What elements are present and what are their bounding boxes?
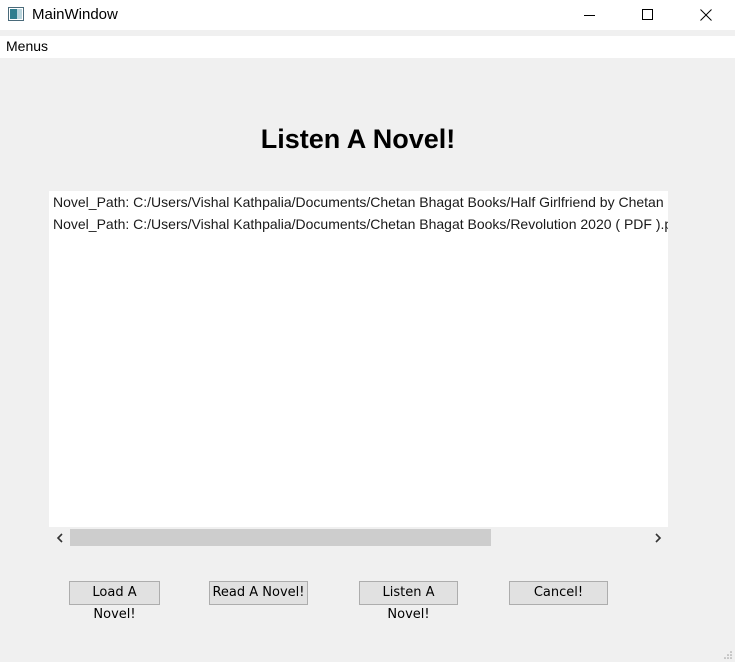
- menu-menus[interactable]: Menus: [6, 38, 48, 54]
- maximize-button[interactable]: [619, 0, 677, 30]
- maximize-icon: [642, 9, 653, 20]
- title-bar: MainWindow: [0, 0, 735, 30]
- list-item[interactable]: Novel_Path: C:/Users/Vishal Kathpalia/Do…: [53, 194, 668, 210]
- novel-list[interactable]: Novel_Path: C:/Users/Vishal Kathpalia/Do…: [49, 191, 668, 548]
- menu-bar: Menus: [0, 36, 735, 58]
- close-icon: [700, 9, 712, 21]
- minimize-button[interactable]: [561, 0, 619, 30]
- chevron-right-icon: [654, 532, 661, 543]
- list-item[interactable]: Novel_Path: C:/Users/Vishal Kathpalia/Do…: [53, 216, 668, 232]
- window-title: MainWindow: [32, 6, 118, 23]
- minimize-icon: [584, 15, 595, 16]
- scroll-left-button[interactable]: [49, 527, 70, 548]
- horizontal-scrollbar[interactable]: [49, 527, 668, 548]
- page-title: Listen A Novel!: [260, 124, 456, 154]
- read-novel-button[interactable]: Read A Novel!: [209, 581, 308, 605]
- close-button[interactable]: [677, 0, 735, 30]
- cancel-button[interactable]: Cancel!: [509, 581, 608, 605]
- scrollbar-thumb[interactable]: [70, 529, 491, 546]
- scroll-right-button[interactable]: [647, 527, 668, 548]
- load-novel-button[interactable]: Load A Novel!: [69, 581, 160, 622]
- app-icon: [8, 7, 24, 21]
- chevron-left-icon: [56, 532, 63, 543]
- listen-novel-button[interactable]: Listen A Novel!: [359, 581, 458, 622]
- resize-grip-icon[interactable]: [723, 650, 733, 660]
